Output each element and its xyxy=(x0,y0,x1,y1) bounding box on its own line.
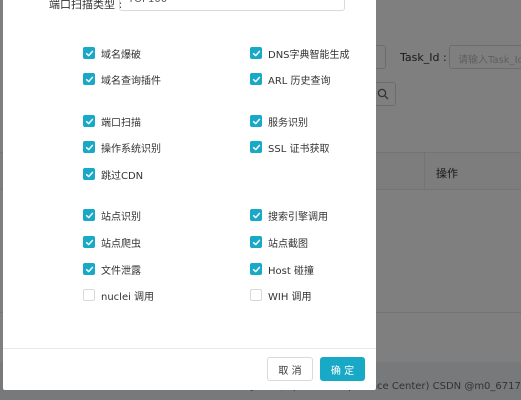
option-label: 域名爆破 xyxy=(101,49,141,61)
option-label: 端口扫描 xyxy=(101,117,141,129)
option-checkbox[interactable]: 端口扫描 xyxy=(83,114,141,129)
checkbox-unchecked-icon[interactable] xyxy=(83,289,95,301)
checkbox-checked-icon[interactable] xyxy=(250,236,262,248)
option-checkbox[interactable]: SSL 证书获取 xyxy=(250,140,330,155)
port-scan-type-select[interactable]: TOP100 xyxy=(119,0,345,11)
cancel-button[interactable]: 取 消 xyxy=(267,357,313,381)
checkbox-checked-icon[interactable] xyxy=(250,263,262,275)
modal-footer-divider xyxy=(3,348,376,349)
checkbox-checked-icon[interactable] xyxy=(83,115,95,127)
option-checkbox[interactable]: 搜索引擎调用 xyxy=(250,208,328,223)
option-label: 域名查询插件 xyxy=(101,75,161,87)
checkbox-checked-icon[interactable] xyxy=(83,236,95,248)
checkbox-checked-icon[interactable] xyxy=(250,209,262,221)
option-checkbox[interactable]: 文件泄露 xyxy=(83,262,141,277)
option-label: SSL 证书获取 xyxy=(268,143,330,155)
option-label: DNS字典智能生成 xyxy=(268,49,350,61)
option-label: 搜索引擎调用 xyxy=(268,211,328,223)
option-label: 站点识别 xyxy=(101,211,141,223)
option-label: WIH 调用 xyxy=(268,291,312,303)
checkbox-checked-icon[interactable] xyxy=(83,209,95,221)
checkbox-checked-icon[interactable] xyxy=(250,47,262,59)
option-checkbox[interactable]: WIH 调用 xyxy=(250,288,312,303)
option-label: 操作系统识别 xyxy=(101,143,161,155)
ok-button[interactable]: 确 定 xyxy=(320,357,365,381)
checkbox-checked-icon[interactable] xyxy=(250,73,262,85)
checkbox-unchecked-icon[interactable] xyxy=(250,289,262,301)
option-label: ARL 历史查询 xyxy=(268,75,331,87)
option-label: 站点爬虫 xyxy=(101,238,141,250)
port-scan-type-label: 端口扫描类型 : xyxy=(49,0,123,11)
option-checkbox[interactable]: nuclei 调用 xyxy=(83,288,155,303)
checkbox-checked-icon[interactable] xyxy=(250,141,262,153)
option-label: 服务识别 xyxy=(268,117,308,129)
option-checkbox[interactable]: 站点爬虫 xyxy=(83,235,141,250)
option-label: 站点截图 xyxy=(268,238,308,250)
option-checkbox[interactable]: 域名爆破 xyxy=(83,46,141,61)
option-checkbox[interactable]: 站点截图 xyxy=(250,235,308,250)
option-label: nuclei 调用 xyxy=(101,291,155,303)
checkbox-checked-icon[interactable] xyxy=(83,263,95,275)
option-checkbox[interactable]: 站点识别 xyxy=(83,208,141,223)
option-label: 跳过CDN xyxy=(101,170,144,182)
option-checkbox[interactable]: ARL 历史查询 xyxy=(250,72,331,87)
option-checkbox[interactable]: DNS字典智能生成 xyxy=(250,46,350,61)
checkbox-checked-icon[interactable] xyxy=(83,168,95,180)
option-checkbox[interactable]: 跳过CDN xyxy=(83,167,144,182)
checkbox-checked-icon[interactable] xyxy=(83,141,95,153)
checkbox-checked-icon[interactable] xyxy=(83,47,95,59)
checkbox-checked-icon[interactable] xyxy=(83,73,95,85)
checkbox-checked-icon[interactable] xyxy=(250,115,262,127)
task-options-modal: 端口扫描类型 : TOP100 域名爆破 DNS字典智能生成域名查询插件 ARL 历… xyxy=(3,0,376,390)
option-checkbox[interactable]: 域名查询插件 xyxy=(83,72,161,87)
option-checkbox[interactable]: 操作系统识别 xyxy=(83,140,161,155)
option-label: 文件泄露 xyxy=(101,265,141,277)
option-checkbox[interactable]: 服务识别 xyxy=(250,114,308,129)
option-checkbox[interactable]: Host 碰撞 xyxy=(250,262,314,277)
option-label: Host 碰撞 xyxy=(268,265,314,277)
